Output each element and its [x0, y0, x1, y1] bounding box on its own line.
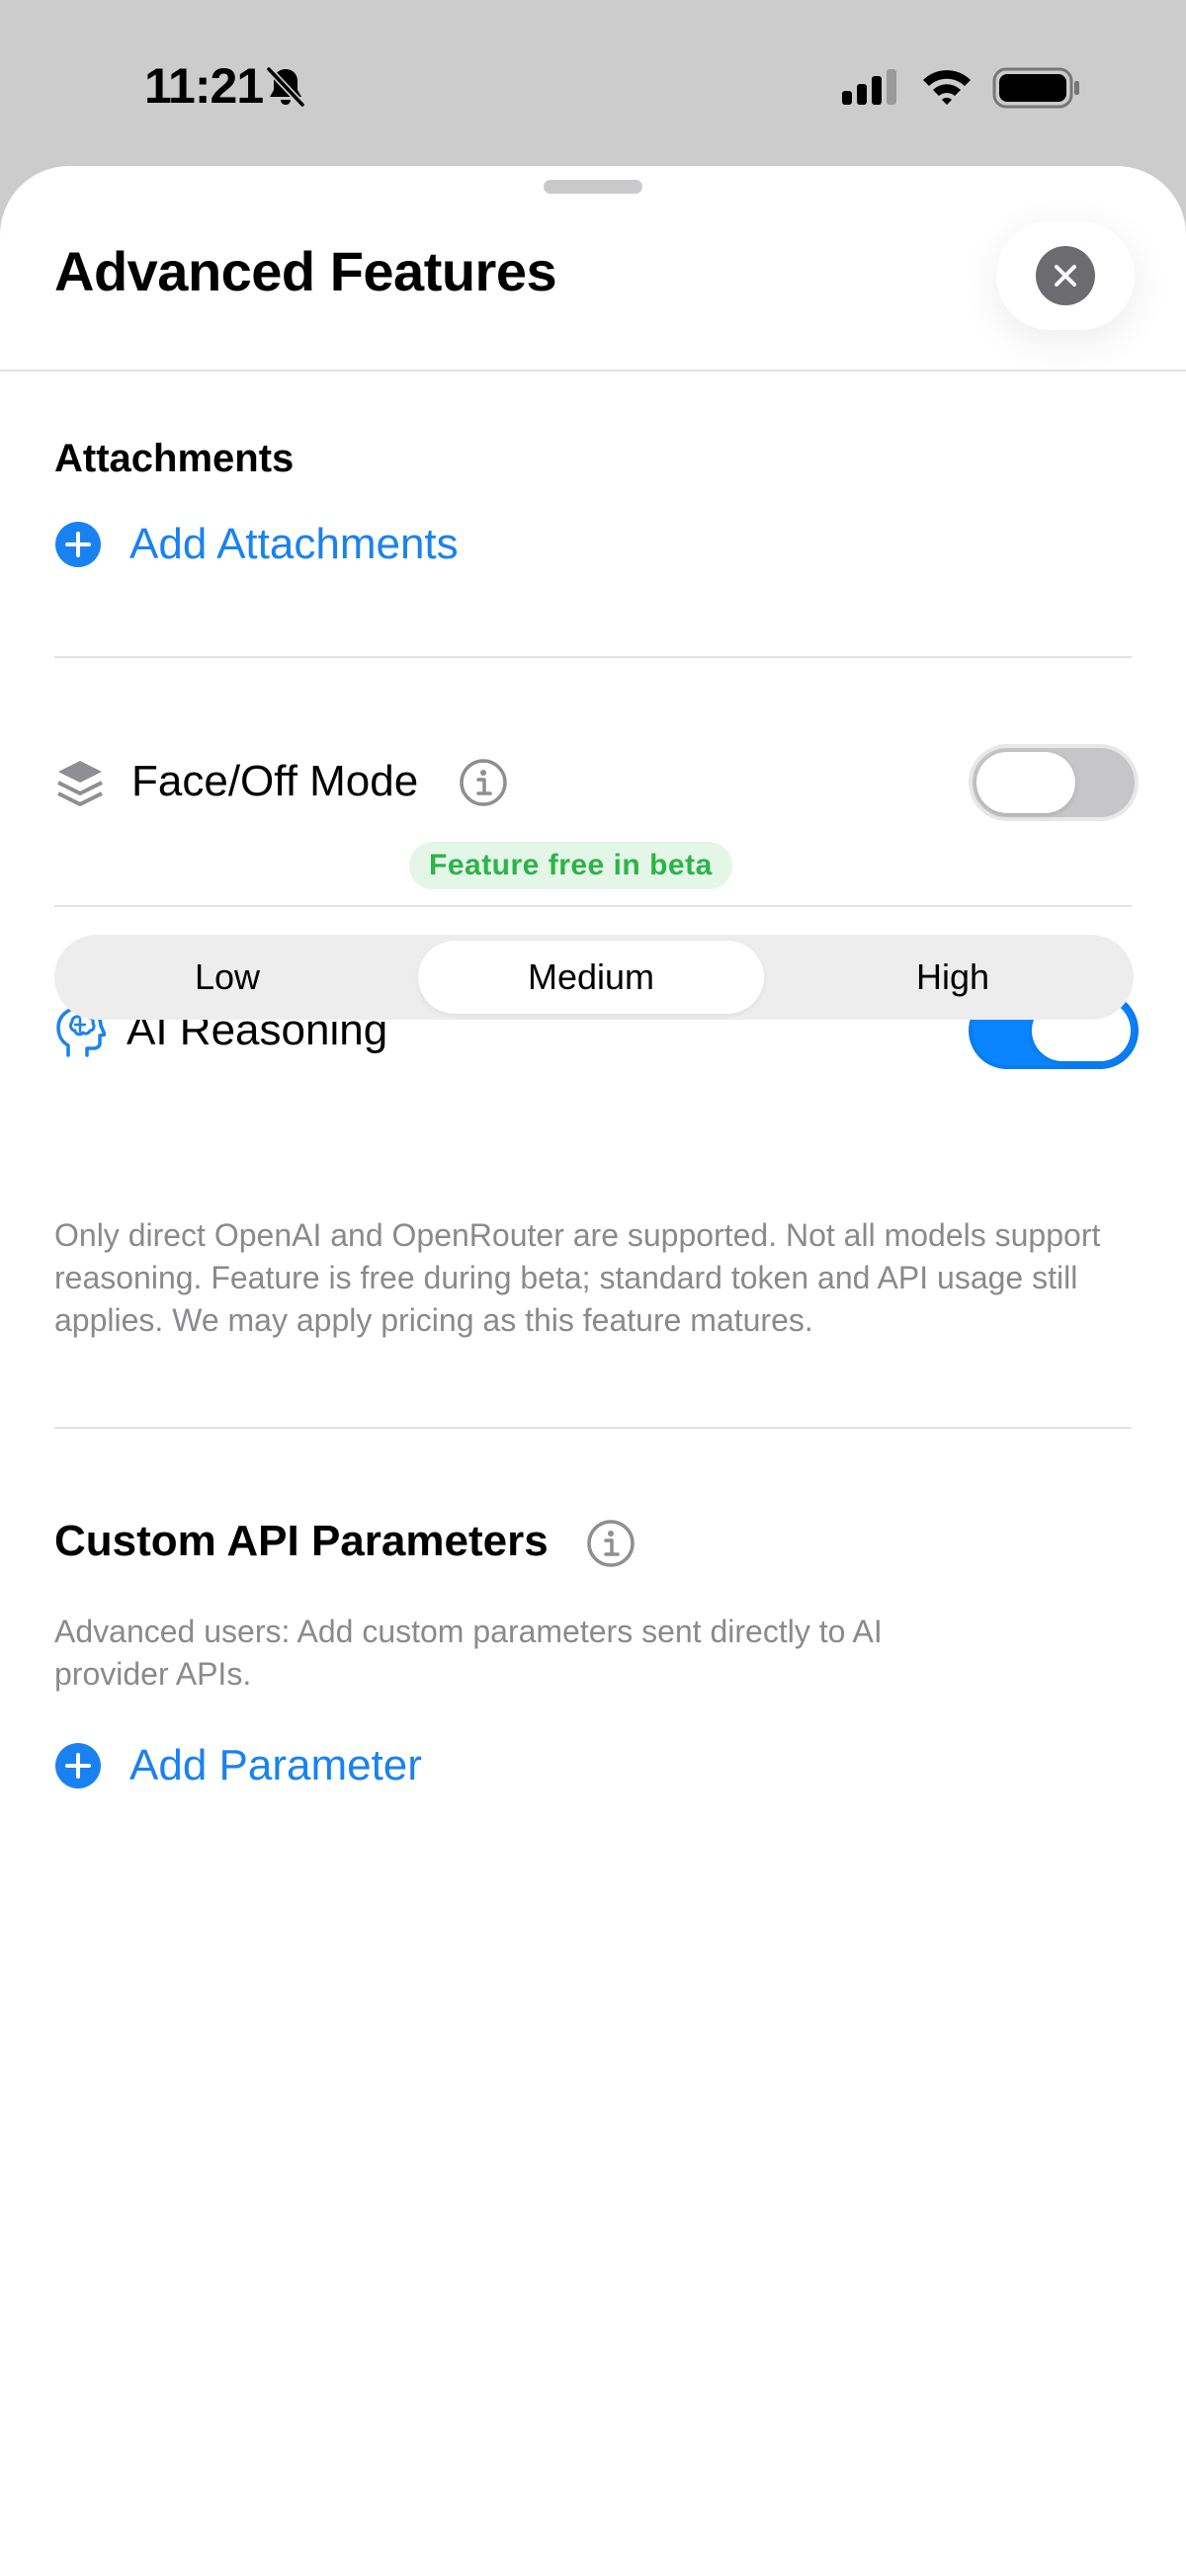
sheet-title: Advanced Features: [54, 240, 557, 302]
beta-badge: Feature free in beta: [409, 842, 732, 889]
faceoff-mode-label: Face/Off Mode: [131, 757, 419, 805]
faceoff-mode-toggle[interactable]: [969, 744, 1139, 821]
custom-params-helper-text: Advanced users: Add custom parameters se…: [54, 1614, 883, 1692]
close-button-container: [996, 221, 1135, 330]
attachments-label: Attachments: [54, 437, 295, 480]
bell-slash-icon: [265, 65, 306, 109]
segment-high[interactable]: High: [780, 941, 1126, 1014]
cellular-signal-icon: [842, 69, 896, 105]
sheet-grabber[interactable]: [544, 180, 642, 194]
add-attachments-button[interactable]: Add Attachments: [54, 520, 459, 569]
info-icon[interactable]: [459, 758, 508, 807]
divider: [54, 656, 1132, 658]
info-icon[interactable]: [586, 1519, 635, 1568]
add-parameter-button[interactable]: Add Parameter: [54, 1741, 422, 1790]
add-parameter-label: Add Parameter: [129, 1741, 422, 1789]
status-bar: 11:21: [0, 0, 1186, 168]
reasoning-level-selector: Low Medium High: [54, 935, 1134, 1020]
plus-circle-icon: [55, 1743, 101, 1788]
close-button[interactable]: [1036, 246, 1095, 305]
close-icon: [1055, 265, 1076, 287]
wifi-icon: [923, 70, 971, 105]
reasoning-helper-text: Only direct OpenAI and OpenRouter are su…: [54, 1217, 1101, 1338]
battery-icon: [992, 67, 1079, 109]
add-attachments-label: Add Attachments: [129, 520, 459, 568]
segment-low[interactable]: Low: [54, 941, 400, 1014]
layers-icon: [57, 761, 103, 806]
toggle-knob: [976, 752, 1075, 813]
custom-api-parameters-label: Custom API Parameters: [54, 1517, 549, 1565]
plus-circle-icon: [55, 522, 101, 567]
divider: [54, 1427, 1132, 1429]
segment-medium[interactable]: Medium: [418, 941, 764, 1014]
divider: [54, 905, 1132, 907]
status-time: 11:21: [144, 58, 264, 114]
header-divider: [0, 370, 1186, 372]
